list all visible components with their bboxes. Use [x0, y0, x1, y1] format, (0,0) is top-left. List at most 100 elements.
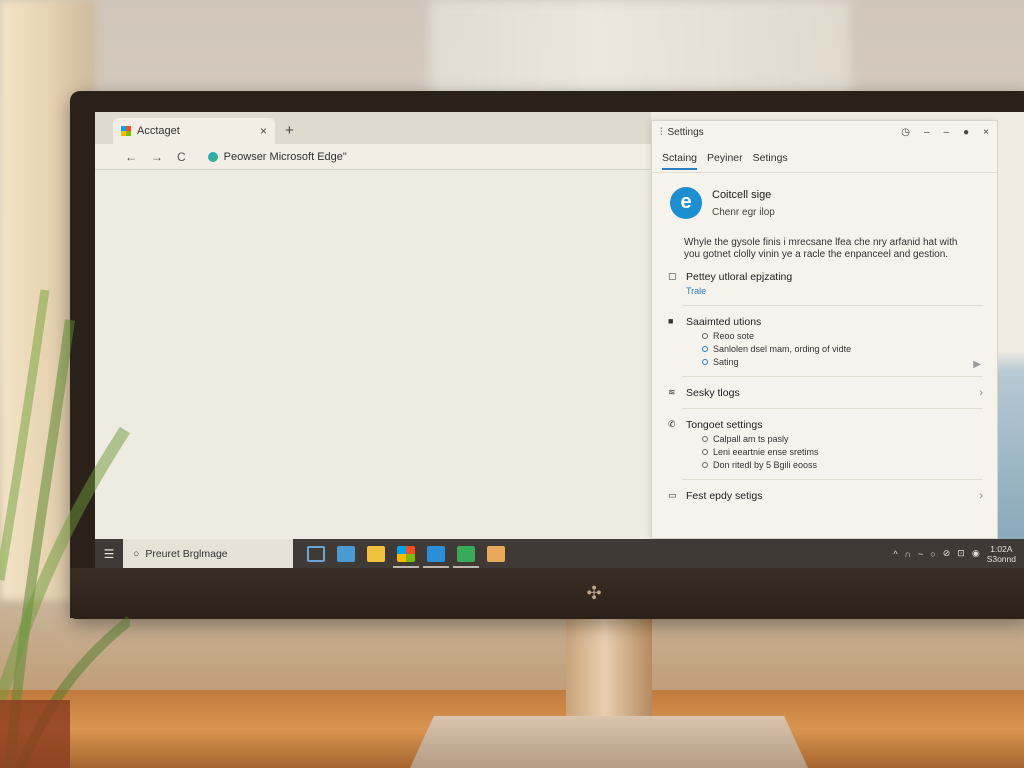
- card-icon: ▭: [668, 490, 677, 500]
- background-lake-image: [998, 120, 1024, 539]
- radio-icon: [702, 359, 708, 365]
- fest-label: Fest epdy setigs: [686, 490, 763, 502]
- close-tab-icon[interactable]: ×: [260, 124, 267, 138]
- saved-option[interactable]: Reoo sote: [668, 331, 983, 341]
- sky-label: Sesky tlogs: [686, 387, 740, 399]
- tongue-option-label: Calpall am ts pasly: [713, 434, 789, 444]
- back-arrow-icon[interactable]: ←: [125, 150, 137, 164]
- profile-header: e Coitcell sige Chenr egr ilop: [652, 173, 997, 219]
- file-explorer-icon[interactable]: [367, 545, 385, 562]
- clock[interactable]: 1:02A S3onnd: [987, 544, 1016, 564]
- chevron-right-icon: ›: [979, 387, 983, 399]
- start-icon[interactable]: ☰: [95, 547, 123, 561]
- taskbar-search-text: Preuret Brglmage: [145, 547, 228, 560]
- system-tray: ^ ∩ ~ ○ ⊘ ⊡ ◉ 1:02A S3onnd: [893, 544, 1024, 564]
- saved-option-label: Sanlolen dsel mam, ording of vidte: [713, 344, 852, 354]
- notes-icon[interactable]: [487, 545, 505, 562]
- tab-peyiner[interactable]: Peyiner: [707, 152, 743, 164]
- play-icon[interactable]: ▶: [973, 359, 981, 370]
- history-icon[interactable]: ◷: [901, 127, 910, 138]
- radio-icon: [702, 333, 708, 339]
- privacy-row[interactable]: ▢ Pettey utloral epjzating: [668, 261, 983, 283]
- tongue-option[interactable]: Don ritedl by 5 Bgili eooss: [668, 460, 983, 470]
- settings-tabs: Sctaing Peyiner Setings: [652, 143, 997, 173]
- saved-option-label: Reoo sote: [713, 331, 755, 341]
- settings-titlebar: ⫶ Settings ◷ – – ● ×: [652, 121, 997, 143]
- settings-app-icon: ⫶: [660, 126, 663, 138]
- excel-icon[interactable]: [453, 545, 479, 568]
- clock-date: S3onnd: [986, 553, 1016, 564]
- tongue-option[interactable]: Leni eeartnie ense sretims: [668, 447, 983, 457]
- layers-icon: ≋: [668, 387, 676, 397]
- fest-row[interactable]: ▭ Fest epdy setigs ›: [668, 480, 983, 502]
- taskbar-apps: [307, 545, 505, 568]
- headset-icon[interactable]: ∩: [905, 549, 911, 559]
- tongue-label: Tongoet settings: [686, 419, 763, 431]
- section-tongue: ✆ Tongoet settings Calpall am ts pasly L…: [652, 409, 997, 470]
- tongue-option-label: Don ritedl by 5 Bgili eooss: [713, 460, 818, 470]
- phone-icon: ✆: [668, 419, 676, 429]
- task-view-icon[interactable]: [307, 545, 325, 562]
- wifi-icon[interactable]: ~: [918, 549, 923, 559]
- volume-icon[interactable]: ◉: [972, 548, 980, 559]
- edge-icon: [207, 151, 218, 162]
- taskbar-search[interactable]: ○ Preuret Brglmage: [123, 539, 293, 568]
- address-bar: ← → C Peowser Microsoft Edge": [95, 144, 651, 170]
- monitor-stand-neck: [566, 618, 652, 723]
- restore-icon[interactable]: –: [944, 127, 950, 138]
- edge-logo-icon: e: [670, 187, 702, 219]
- saved-row[interactable]: ■ Saaimted utions: [668, 306, 983, 328]
- folder-icon: ■: [668, 316, 674, 326]
- clock-time: 1:02A: [990, 543, 1013, 554]
- background-window: [430, 0, 850, 95]
- tab-bar: Acctaget × +: [95, 112, 651, 144]
- screen: Acctaget × + ← → C Peowser Microsoft Edg…: [95, 112, 1024, 568]
- store-icon[interactable]: [337, 545, 355, 562]
- saved-label: Saaimted utions: [686, 316, 762, 328]
- monitor-chin: [70, 568, 1024, 618]
- tongue-row[interactable]: ✆ Tongoet settings: [668, 409, 983, 431]
- profile-name: Coitcell sige: [712, 188, 772, 201]
- minimize-icon[interactable]: –: [924, 127, 930, 138]
- saved-option[interactable]: Sanlolen dsel mam, ording of vidte: [668, 344, 983, 354]
- privacy-link[interactable]: Trale: [668, 286, 983, 296]
- taskbar: ☰ ○ Preuret Brglmage ^ ∩ ~ ○ ⊘ ⊡ ◉ 1:02A…: [95, 539, 1024, 568]
- forward-arrow-icon[interactable]: →: [151, 150, 163, 164]
- tab-setings[interactable]: Setings: [753, 152, 788, 164]
- chevron-right-icon: ›: [979, 490, 983, 502]
- tab-title: Acctaget: [137, 125, 180, 137]
- radio-icon: [702, 449, 708, 455]
- monitor-stand-base: [410, 716, 808, 768]
- page-content: [95, 170, 651, 539]
- chevron-up-icon[interactable]: ^: [893, 549, 897, 559]
- radio-icon: [702, 346, 708, 352]
- profile-subtitle: Chenr egr ilop: [712, 206, 775, 218]
- circle-icon[interactable]: ○: [930, 549, 935, 559]
- section-sky: ≋ Sesky tlogs ›: [652, 377, 997, 399]
- browser-tab[interactable]: Acctaget ×: [113, 118, 275, 144]
- photos-icon[interactable]: [393, 545, 419, 568]
- tongue-option-label: Leni eeartnie ense sretims: [713, 447, 819, 457]
- search-icon: ○: [133, 547, 140, 560]
- radio-icon: [702, 436, 708, 442]
- section-fest: ▭ Fest epdy setigs ›: [652, 480, 997, 502]
- tab-sctaing[interactable]: Sctaing: [662, 152, 698, 170]
- url-text: Peowser Microsoft Edge": [223, 150, 347, 163]
- blocked-icon[interactable]: ⊘: [943, 548, 951, 559]
- section-saved: ■ Saaimted utions Reoo sote Sanlolen dse…: [652, 306, 997, 367]
- close-icon[interactable]: ×: [983, 127, 989, 138]
- saved-option-label: Sating: [713, 357, 739, 367]
- windows-favicon-icon: [121, 126, 131, 136]
- url-field[interactable]: Peowser Microsoft Edge": [207, 150, 347, 163]
- settings-description: Whyle the gysole finis i mrecsane lfea c…: [684, 237, 958, 260]
- privacy-label: Pettey utloral epjzating: [686, 271, 793, 283]
- new-tab-button[interactable]: +: [285, 122, 294, 139]
- monitor-logo-icon: ✣: [586, 583, 602, 603]
- saved-option[interactable]: Sating: [668, 357, 983, 367]
- sky-row[interactable]: ≋ Sesky tlogs ›: [668, 377, 983, 399]
- profile-icon[interactable]: ●: [963, 127, 969, 138]
- display-icon[interactable]: ⊡: [957, 548, 965, 559]
- refresh-icon[interactable]: C: [177, 150, 186, 164]
- mail-icon[interactable]: [423, 545, 449, 568]
- tongue-option[interactable]: Calpall am ts pasly: [668, 434, 983, 444]
